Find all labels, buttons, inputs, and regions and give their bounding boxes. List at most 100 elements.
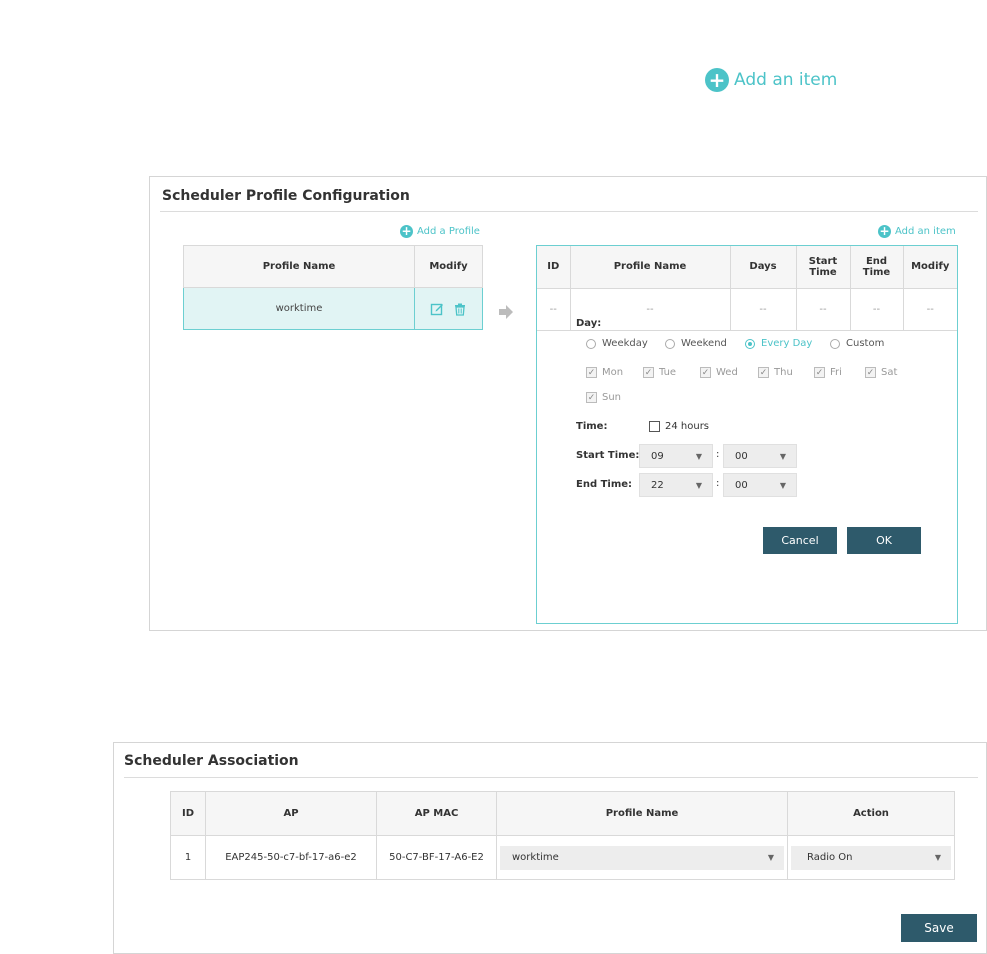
start-minute-select[interactable]: 00 ▼ bbox=[723, 444, 797, 468]
day-option-weekday[interactable]: Weekday bbox=[586, 338, 648, 349]
column-header-profile-name: Profile Name bbox=[569, 246, 731, 289]
profile-table: Profile Name Modify worktime bbox=[183, 245, 483, 330]
check-icon: ✓ bbox=[865, 367, 876, 378]
trash-icon[interactable] bbox=[453, 302, 467, 316]
table-row: 1 EAP245-50-c7-bf-17-a6-e2 50-C7-BF-17-A… bbox=[170, 835, 955, 880]
edit-icon[interactable] bbox=[430, 302, 444, 316]
column-header-id: ID bbox=[170, 791, 206, 836]
day-option-custom[interactable]: Custom bbox=[830, 338, 884, 349]
column-header-ap: AP bbox=[205, 791, 377, 836]
plus-circle-icon: + bbox=[705, 68, 729, 92]
start-time-label: Start Time: bbox=[576, 450, 640, 461]
check-icon: ✓ bbox=[758, 367, 769, 378]
save-button[interactable]: Save bbox=[901, 914, 977, 942]
table-cell: -- bbox=[849, 287, 904, 331]
divider bbox=[160, 211, 978, 212]
table-cell: -- bbox=[902, 287, 957, 331]
checkbox-label: Thu bbox=[774, 367, 793, 378]
checkbox-label: Sat bbox=[881, 367, 898, 378]
check-icon: ✓ bbox=[586, 392, 597, 403]
table-cell: -- bbox=[537, 287, 571, 331]
add-item-large-button[interactable]: + Add an item bbox=[705, 68, 837, 92]
weekday-checkbox-wed[interactable]: ✓ Wed bbox=[700, 367, 738, 378]
weekday-checkbox-fri[interactable]: ✓ Fri bbox=[814, 367, 842, 378]
add-profile-button[interactable]: + Add a Profile bbox=[400, 225, 480, 238]
add-item-button[interactable]: + Add an item bbox=[878, 225, 956, 238]
check-icon: ✓ bbox=[814, 367, 825, 378]
select-value: Radio On bbox=[807, 851, 853, 863]
id-cell: 1 bbox=[170, 835, 206, 880]
24-hours-checkbox[interactable]: 24 hours bbox=[649, 421, 709, 432]
checkbox-label: Fri bbox=[830, 367, 842, 378]
radio-label: Every Day bbox=[761, 338, 813, 349]
time-separator: : bbox=[716, 478, 720, 489]
action-cell: Radio On ▼ bbox=[787, 835, 955, 880]
day-option-every-day[interactable]: Every Day bbox=[745, 338, 812, 349]
check-icon: ✓ bbox=[700, 367, 711, 378]
weekday-checkbox-sun[interactable]: ✓ Sun bbox=[586, 392, 621, 403]
action-select[interactable]: Radio On ▼ bbox=[791, 845, 951, 870]
select-value: 22 bbox=[651, 479, 664, 491]
cancel-button[interactable]: Cancel bbox=[763, 527, 837, 554]
weekday-checkbox-sat[interactable]: ✓ Sat bbox=[865, 367, 897, 378]
profile-name-cell: worktime ▼ bbox=[496, 835, 788, 880]
radio-label: Weekday bbox=[602, 338, 648, 349]
select-value: 09 bbox=[651, 450, 664, 462]
radio-selected-icon bbox=[745, 338, 755, 349]
modify-cell bbox=[414, 287, 483, 330]
checkbox-label: 24 hours bbox=[665, 421, 710, 432]
radio-label: Custom bbox=[846, 338, 885, 349]
plus-circle-icon: + bbox=[878, 224, 891, 238]
caret-down-icon: ▼ bbox=[779, 452, 786, 461]
checkbox-icon bbox=[649, 421, 660, 432]
plus-circle-icon: + bbox=[400, 224, 413, 238]
weekday-checkbox-mon[interactable]: ✓ Mon bbox=[586, 367, 623, 378]
table-row[interactable]: worktime bbox=[183, 287, 483, 330]
caret-down-icon: ▼ bbox=[779, 481, 786, 490]
panel-title: Scheduler Association bbox=[124, 753, 299, 769]
add-profile-label: Add a Profile bbox=[417, 226, 480, 237]
column-header-profile-name: Profile Name bbox=[496, 791, 788, 836]
scheduler-profile-panel: Scheduler Profile Configuration + Add a … bbox=[149, 176, 987, 631]
day-label: Day: bbox=[576, 318, 602, 329]
panel-title: Scheduler Profile Configuration bbox=[162, 188, 410, 204]
column-header-modify: Modify bbox=[414, 245, 483, 288]
column-header-profile-name: Profile Name bbox=[183, 245, 415, 288]
end-time-label: End Time: bbox=[576, 479, 633, 490]
weekday-checkbox-thu[interactable]: ✓ Thu bbox=[758, 367, 793, 378]
checkbox-label: Tue bbox=[659, 367, 677, 378]
time-separator: : bbox=[716, 449, 720, 460]
column-header-action: Action bbox=[787, 791, 955, 836]
end-hour-select[interactable]: 22 ▼ bbox=[639, 473, 713, 497]
check-icon: ✓ bbox=[586, 367, 597, 378]
table-cell: -- bbox=[795, 287, 851, 331]
ok-button[interactable]: OK bbox=[847, 527, 921, 554]
check-icon: ✓ bbox=[643, 367, 654, 378]
checkbox-label: Wed bbox=[716, 367, 738, 378]
profile-items-panel: ID Profile Name Days Start Time End Time… bbox=[536, 245, 958, 624]
column-header-modify: Modify bbox=[902, 246, 957, 289]
add-item-label: Add an item bbox=[895, 226, 956, 237]
start-hour-select[interactable]: 09 ▼ bbox=[639, 444, 713, 468]
select-value: 00 bbox=[735, 479, 748, 491]
column-header-days: Days bbox=[729, 246, 797, 289]
end-minute-select[interactable]: 00 ▼ bbox=[723, 473, 797, 497]
divider bbox=[124, 777, 978, 778]
arrow-right-icon bbox=[499, 305, 513, 319]
column-header-start-time: Start Time bbox=[795, 246, 851, 289]
radio-icon bbox=[830, 338, 840, 349]
time-label: Time: bbox=[576, 421, 608, 432]
caret-down-icon: ▼ bbox=[934, 852, 941, 862]
scheduler-association-panel: Scheduler Association ID AP AP MAC Profi… bbox=[113, 742, 987, 954]
radio-icon bbox=[586, 338, 596, 349]
checkbox-label: Mon bbox=[602, 367, 624, 378]
profile-name-select[interactable]: worktime ▼ bbox=[500, 845, 784, 870]
column-header-id: ID bbox=[537, 246, 571, 289]
column-header-end-time: End Time bbox=[849, 246, 904, 289]
caret-down-icon: ▼ bbox=[695, 452, 702, 461]
column-header-ap-mac: AP MAC bbox=[376, 791, 497, 836]
weekday-checkbox-tue[interactable]: ✓ Tue bbox=[643, 367, 676, 378]
ap-cell: EAP245-50-c7-bf-17-a6-e2 bbox=[205, 835, 377, 880]
select-value: worktime bbox=[512, 851, 559, 863]
day-option-weekend[interactable]: Weekend bbox=[665, 338, 727, 349]
